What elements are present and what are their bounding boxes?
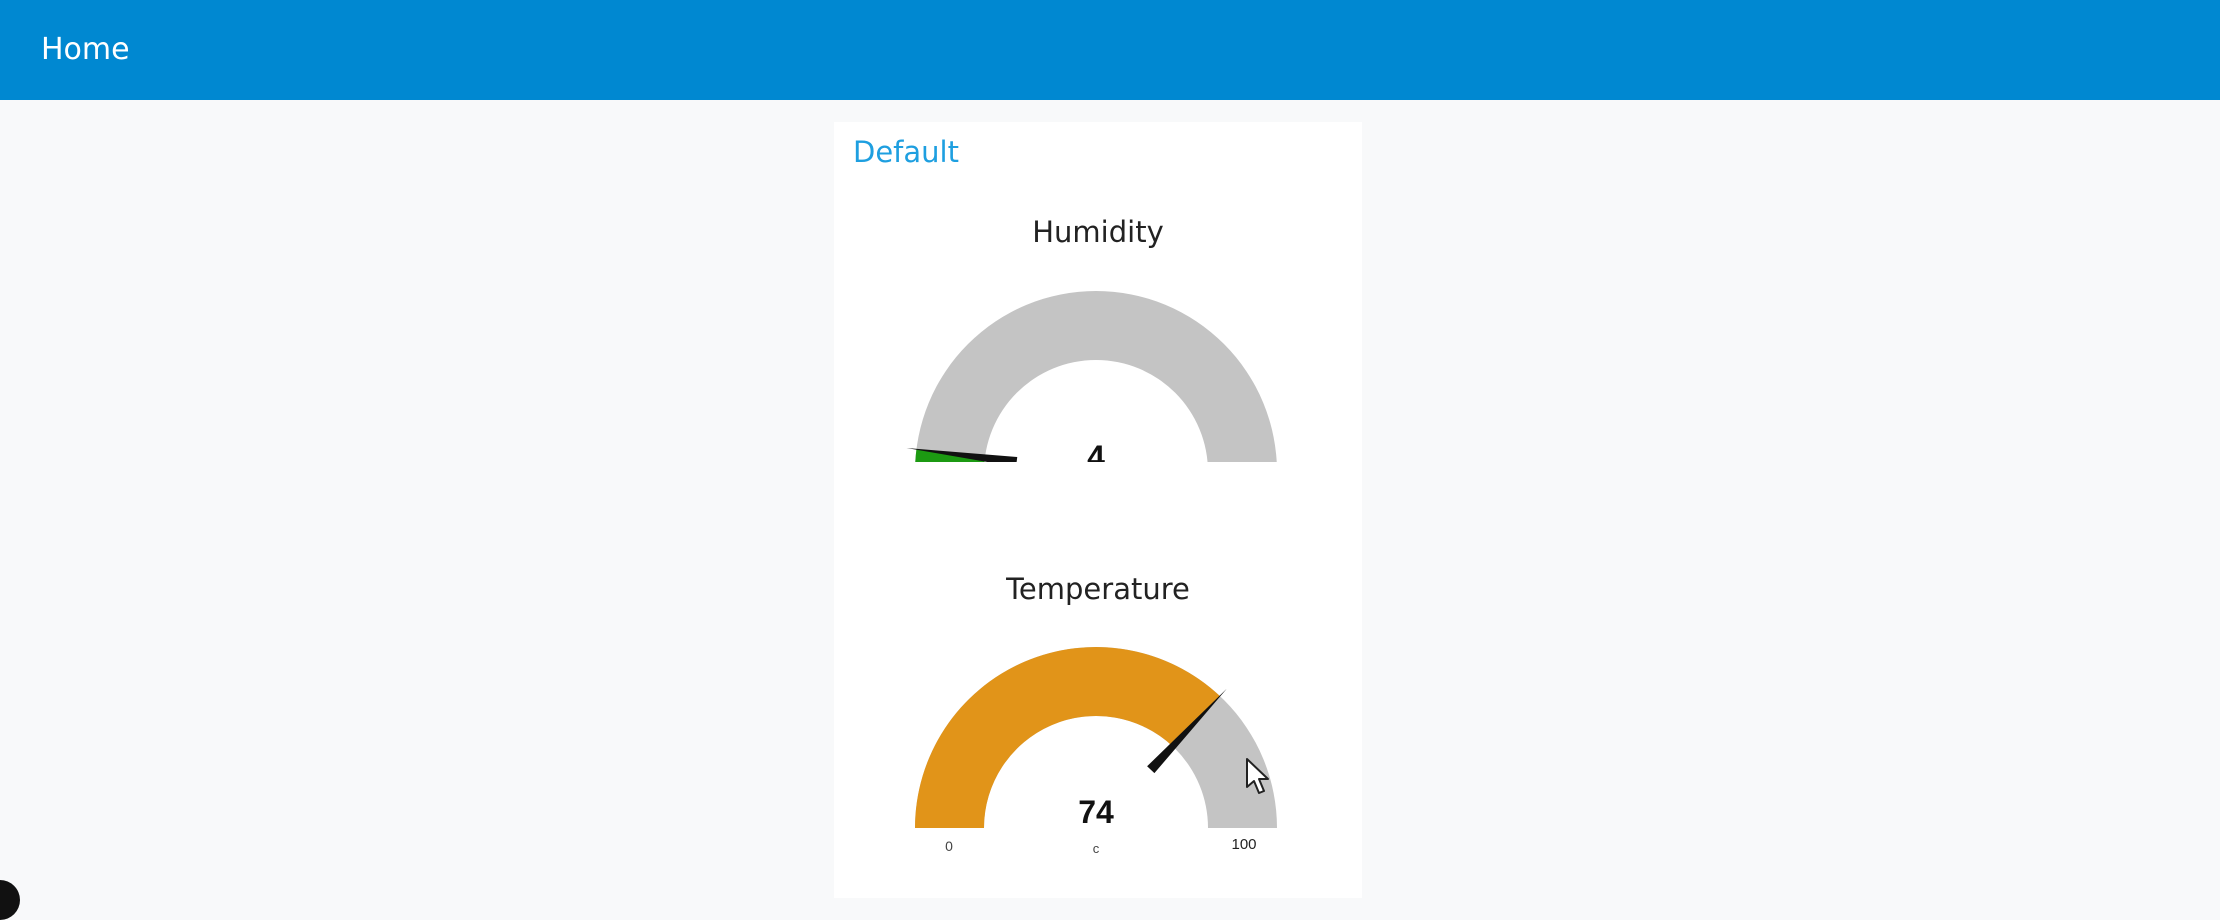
page-title: Home (41, 32, 130, 67)
gauge-units: c (1093, 841, 1100, 856)
gauge-max-label: 100 (1231, 836, 1256, 853)
temperature-gauge: Temperature (834, 122, 1362, 606)
corner-shadow (0, 880, 20, 920)
gauge-min-label: 0 (945, 838, 953, 854)
mouse-cursor-icon (1246, 758, 1269, 794)
gauge-value: 74 (1078, 794, 1114, 830)
temperature-gauge-svg: 74 c 0 100 (915, 647, 1277, 856)
gauge-value-arc (915, 647, 1220, 828)
top-bar: Home (0, 0, 2220, 100)
